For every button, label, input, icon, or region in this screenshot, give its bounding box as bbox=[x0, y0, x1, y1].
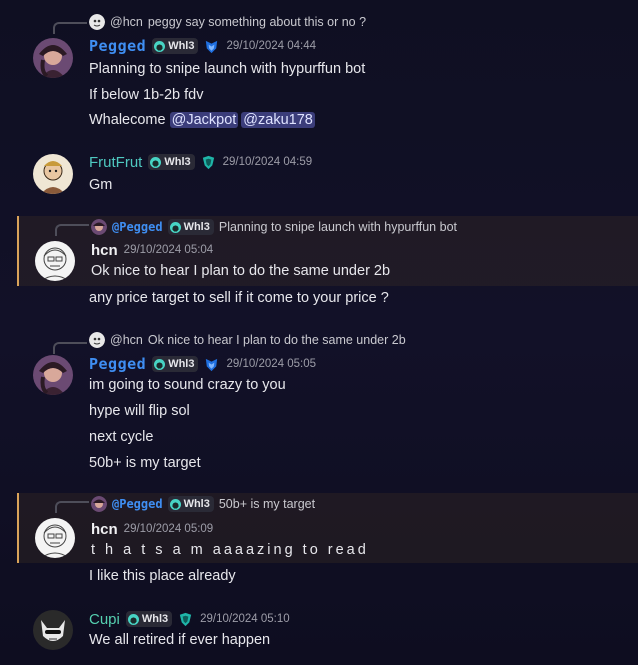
reply-connector bbox=[53, 22, 87, 34]
hcn-avatar-image bbox=[35, 518, 75, 558]
message-line: Gm bbox=[89, 177, 113, 193]
message-header: Cupi Whl3 29/10/2024 05:10 bbox=[89, 609, 290, 629]
username[interactable]: Cupi bbox=[89, 611, 120, 628]
avatar[interactable] bbox=[33, 355, 73, 395]
timestamp: 29/10/2024 05:10 bbox=[200, 613, 290, 625]
message-hcn-2[interactable]: @Pegged Whl3 50b+ is my target hcn 29/10… bbox=[17, 493, 638, 563]
role-tag[interactable]: Whl3 bbox=[167, 219, 214, 235]
reply-preview[interactable]: @hcn peggy say something about this or n… bbox=[89, 14, 366, 30]
username[interactable]: Pegged bbox=[89, 355, 146, 373]
message-line: Planning to snipe launch with hypurffun … bbox=[89, 61, 366, 77]
message-header: Pegged Whl3 29/10/2024 04:44 bbox=[89, 36, 316, 56]
user-mention-jackpot[interactable]: @Jackpot bbox=[169, 112, 239, 128]
message-line: If below 1b-2b fdv bbox=[89, 87, 204, 103]
pegged-mini-avatar bbox=[91, 496, 107, 512]
guild-tag-icon bbox=[169, 498, 181, 510]
message-hcn-1[interactable]: @Pegged Whl3 Planning to snipe launch wi… bbox=[17, 216, 638, 286]
hcn-avatar-image bbox=[35, 241, 75, 281]
reply-text: 50b+ is my target bbox=[218, 497, 316, 511]
message-header: FrutFrut Whl3 29/10/2024 04:59 bbox=[89, 152, 312, 172]
crystal-badge-icon[interactable] bbox=[200, 154, 217, 171]
timestamp: 29/10/2024 05:05 bbox=[226, 358, 316, 370]
reply-connector bbox=[55, 224, 89, 236]
timestamp: 29/10/2024 04:44 bbox=[226, 40, 316, 52]
avatar[interactable] bbox=[33, 154, 73, 194]
message-line: im going to sound crazy to you bbox=[89, 377, 286, 393]
reply-preview[interactable]: @Pegged Whl3 50b+ is my target bbox=[91, 496, 315, 512]
timestamp: 29/10/2024 04:59 bbox=[222, 156, 313, 168]
reply-preview[interactable]: @hcn Ok nice to hear I plan to do the sa… bbox=[89, 332, 406, 348]
guild-tag-icon bbox=[127, 613, 139, 625]
message-line: We all retired if ever happen bbox=[89, 632, 271, 648]
avatar[interactable] bbox=[33, 38, 73, 78]
avatar[interactable] bbox=[35, 241, 75, 281]
role-tag[interactable]: Whl3 bbox=[152, 38, 199, 54]
shield-badge-icon[interactable] bbox=[203, 356, 220, 373]
hcn-mini-avatar bbox=[89, 332, 105, 348]
role-tag[interactable]: Whl3 bbox=[148, 154, 195, 170]
reply-preview[interactable]: @Pegged Whl3 Planning to snipe launch wi… bbox=[91, 219, 457, 235]
message-text: Whalecome bbox=[89, 112, 166, 128]
shield-badge-icon[interactable] bbox=[203, 38, 220, 55]
reply-text: Planning to snipe launch with hypurffun … bbox=[218, 220, 457, 234]
username[interactable]: Pegged bbox=[89, 37, 146, 55]
message-line: next cycle bbox=[89, 429, 154, 445]
guild-tag-icon bbox=[150, 156, 162, 168]
reply-connector bbox=[55, 501, 89, 513]
reply-connector bbox=[53, 342, 87, 354]
message-cupi[interactable]: Cupi Whl3 29/10/2024 05:10 We all retire… bbox=[17, 606, 638, 661]
message-frutfrut[interactable]: FrutFrut Whl3 29/10/2024 04:59 Gm bbox=[17, 148, 638, 200]
pegged-avatar-image bbox=[33, 355, 73, 395]
role-tag[interactable]: Whl3 bbox=[167, 496, 214, 512]
message-line: t h a t s a m aaaazing to read bbox=[91, 542, 369, 558]
role-tag[interactable]: Whl3 bbox=[152, 356, 199, 372]
message-line: I like this place already bbox=[89, 568, 236, 584]
hcn-mini-avatar bbox=[89, 14, 105, 30]
reply-author[interactable]: @hcn bbox=[110, 15, 143, 29]
username[interactable]: FrutFrut bbox=[89, 154, 142, 171]
timestamp: 29/10/2024 05:04 bbox=[123, 244, 214, 256]
message-pegged-2[interactable]: @hcn Ok nice to hear I plan to do the sa… bbox=[17, 328, 638, 478]
username[interactable]: hcn bbox=[91, 521, 118, 538]
avatar[interactable] bbox=[33, 610, 73, 650]
message-line: hype will flip sol bbox=[89, 403, 190, 419]
message-header: hcn 29/10/2024 05:04 bbox=[91, 240, 213, 260]
role-tag[interactable]: Whl3 bbox=[125, 611, 173, 627]
reply-text: Ok nice to hear I plan to do the same un… bbox=[147, 333, 406, 347]
timestamp: 29/10/2024 05:09 bbox=[123, 523, 214, 535]
message-header: Pegged Whl3 29/10/2024 05:05 bbox=[89, 354, 316, 374]
message-pegged-1[interactable]: @hcn peggy say something about this or n… bbox=[17, 8, 638, 138]
crystal-badge-icon[interactable] bbox=[177, 611, 194, 628]
guild-tag-icon bbox=[154, 358, 166, 370]
message-header: hcn 29/10/2024 05:09 bbox=[91, 519, 213, 539]
avatar[interactable] bbox=[35, 518, 75, 558]
message-line: Whalecome @Jackpot @zaku178 bbox=[89, 112, 318, 128]
guild-tag-icon bbox=[169, 221, 181, 233]
cupi-avatar-image bbox=[33, 610, 73, 650]
message-line: 50b+ is my target bbox=[89, 455, 201, 471]
reply-author[interactable]: @Pegged bbox=[112, 497, 163, 511]
pegged-avatar-image bbox=[33, 38, 73, 78]
reply-author[interactable]: @Pegged bbox=[112, 220, 163, 234]
guild-tag-icon bbox=[154, 40, 166, 52]
frutfrut-avatar-image bbox=[33, 154, 73, 194]
reply-text: peggy say something about this or no ? bbox=[147, 15, 367, 29]
message-line: Ok nice to hear I plan to do the same un… bbox=[91, 263, 391, 279]
chat-log: @hcn peggy say something about this or n… bbox=[17, 0, 638, 665]
user-mention-zaku178[interactable]: @zaku178 bbox=[241, 112, 315, 128]
message-line: any price target to sell if it come to y… bbox=[89, 290, 389, 306]
reply-author[interactable]: @hcn bbox=[110, 333, 143, 347]
pegged-mini-avatar bbox=[91, 219, 107, 235]
username[interactable]: hcn bbox=[91, 242, 118, 259]
